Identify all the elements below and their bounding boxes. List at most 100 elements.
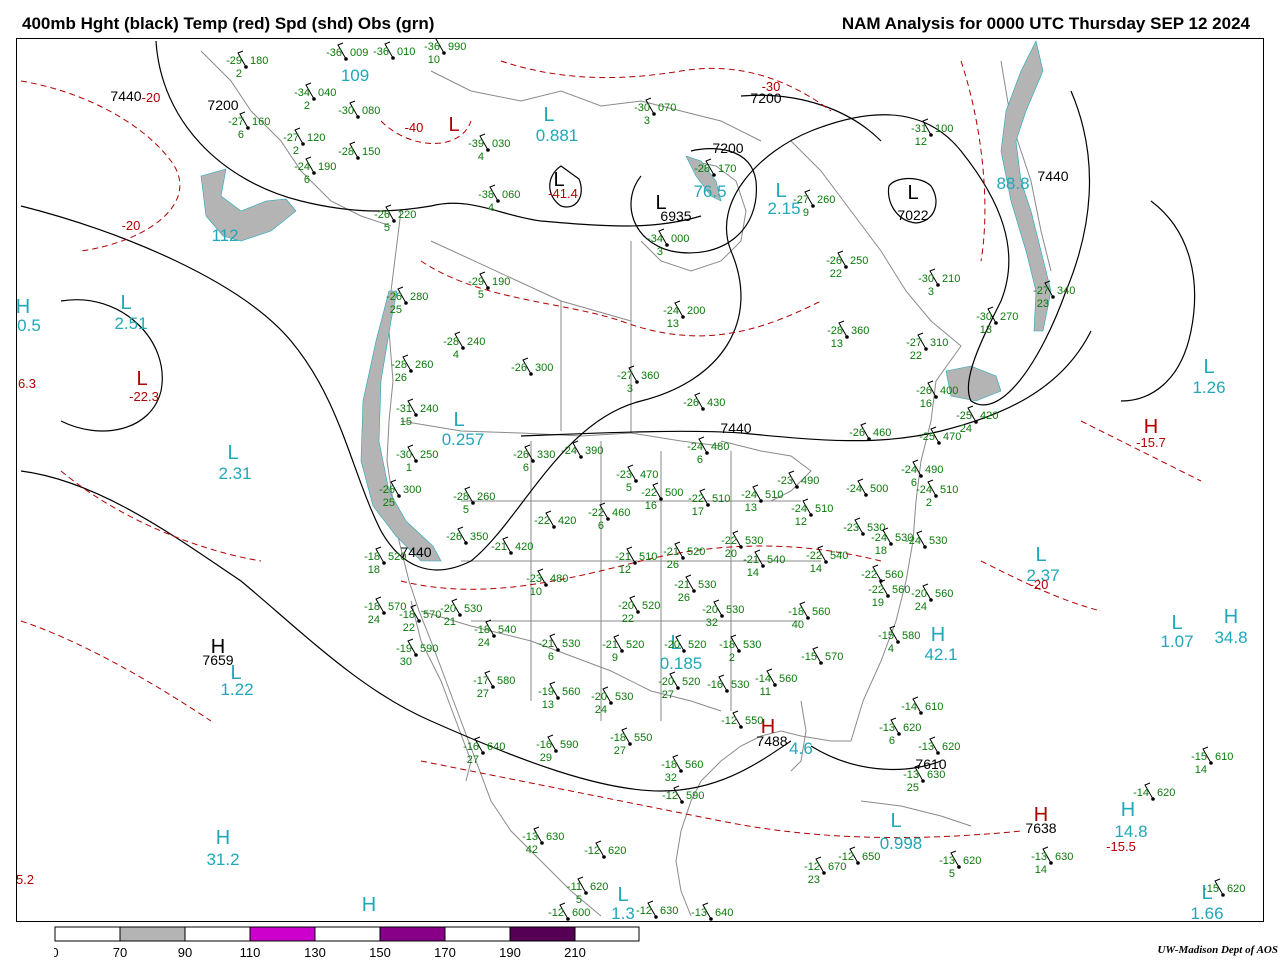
obs-dewpoint-depression: 26 xyxy=(667,559,679,571)
station-plot: -28 260 26 xyxy=(391,354,433,384)
obs-height: 670 xyxy=(828,861,846,873)
obs-temperature: -14 xyxy=(1133,787,1149,799)
obs-dewpoint-depression: 5 xyxy=(576,894,582,906)
obs-temperature: -26 xyxy=(511,362,527,374)
obs-dewpoint-depression: 30 xyxy=(400,656,412,668)
obs-dewpoint-depression: 24 xyxy=(478,637,490,649)
temperature-label: -30 xyxy=(762,79,781,94)
station-plot: -30 210 3 xyxy=(918,268,960,298)
obs-dewpoint-depression: 27 xyxy=(614,745,626,757)
station-plot: -23 480 10 xyxy=(526,568,568,598)
station-plot: -24 510 12 xyxy=(791,498,833,528)
obs-temperature: -20 xyxy=(911,588,927,600)
station-plot: -27 340 23 xyxy=(1033,280,1075,310)
obs-dewpoint-depression: 22 xyxy=(830,268,842,280)
obs-dewpoint-depression: 14 xyxy=(1195,764,1207,776)
obs-temperature: -28 xyxy=(443,336,459,348)
obs-dewpoint-depression: 4 xyxy=(488,202,494,214)
obs-temperature: -24 xyxy=(791,503,807,515)
obs-temperature: -12 xyxy=(804,861,820,873)
scale-tick-label: 110 xyxy=(240,945,261,960)
obs-temperature: -23 xyxy=(526,573,542,585)
isotherm-minus20-west xyxy=(20,80,181,252)
obs-height: 400 xyxy=(940,385,958,397)
obs-dewpoint-depression: 13 xyxy=(980,324,992,336)
obs-height: 240 xyxy=(467,336,485,348)
obs-height: 610 xyxy=(1215,751,1233,763)
obs-height: 620 xyxy=(903,722,921,734)
obs-temperature: -26 xyxy=(379,484,395,496)
scale-segment xyxy=(574,926,640,942)
height-labels: 74407200 720072006935 70227440744074407659… xyxy=(110,88,1068,836)
obs-height: 310 xyxy=(930,337,948,349)
obs-height: 530 xyxy=(698,579,716,591)
station-plot: -25 470 xyxy=(919,426,961,445)
obs-temperature: -30 xyxy=(338,105,354,117)
obs-temperature: -26 xyxy=(849,427,865,439)
obs-height: 500 xyxy=(665,487,683,499)
obs-dewpoint-depression: 23 xyxy=(808,874,820,886)
obs-temperature: -15 xyxy=(878,630,894,642)
speed-label: 88.8 xyxy=(996,174,1029,193)
station-plot: -12 670 23 xyxy=(804,856,846,886)
obs-temperature: -16 xyxy=(707,679,723,691)
obs-dewpoint-depression: 23 xyxy=(1037,298,1049,310)
obs-temperature: -24 xyxy=(663,305,679,317)
obs-height: 330 xyxy=(537,449,555,461)
obs-temperature: -36 xyxy=(424,41,440,53)
obs-temperature: -22 xyxy=(641,487,657,499)
low-marker: L xyxy=(453,409,464,431)
obs-dewpoint-depression: 12 xyxy=(619,564,631,576)
obs-height: 040 xyxy=(318,87,336,99)
speed-label: 1.22 xyxy=(220,680,253,699)
station-plot: -13 620 xyxy=(918,736,960,755)
station-plot: -26 460 xyxy=(849,422,891,441)
obs-temperature: -13 xyxy=(522,831,538,843)
low-marker: L xyxy=(890,810,901,832)
scale-segment xyxy=(314,926,381,942)
obs-dewpoint-depression: 6 xyxy=(598,520,604,532)
obs-temperature: -15 xyxy=(1203,883,1219,895)
obs-temperature: -24 xyxy=(916,484,932,496)
arctic-coast xyxy=(430,70,762,142)
high-marker: H xyxy=(1121,799,1135,821)
low-marker: L xyxy=(1171,612,1182,634)
station-plot: -21 540 14 xyxy=(743,549,785,579)
obs-temperature: -19 xyxy=(538,686,554,698)
obs-height: 620 xyxy=(963,855,981,867)
obs-temperature: -22 xyxy=(868,584,884,596)
obs-height: 530 xyxy=(464,603,482,615)
obs-temperature: -21 xyxy=(615,551,631,563)
obs-temperature: -30 xyxy=(634,102,650,114)
obs-temperature: -24 xyxy=(846,483,862,495)
obs-temperature: -12 xyxy=(636,905,652,917)
obs-dewpoint-depression: 1 xyxy=(406,462,412,474)
isotherm-minus20-pac xyxy=(60,470,262,562)
scale-tick-label: 210 xyxy=(564,945,586,960)
obs-dewpoint-depression: 24 xyxy=(960,423,972,435)
obs-height: 170 xyxy=(718,163,736,175)
obs-dewpoint-depression: 25 xyxy=(390,304,402,316)
obs-temperature: -31 xyxy=(911,123,927,135)
station-plot: -22 420 xyxy=(534,510,576,529)
station-plot: -21 520 9 xyxy=(602,634,644,664)
obs-temperature: -24 xyxy=(561,445,577,457)
obs-temperature: -34 xyxy=(647,233,663,245)
obs-dewpoint-depression: 13 xyxy=(745,502,757,514)
obs-height: 530 xyxy=(726,604,744,616)
scale-tick-label: 170 xyxy=(434,945,456,960)
high-marker: H xyxy=(17,296,30,318)
obs-height: 420 xyxy=(515,541,533,553)
obs-temperature: -22 xyxy=(688,493,704,505)
speed-label: 42.1 xyxy=(924,645,957,664)
isotherm-minus20-sw xyxy=(20,620,212,722)
contour-high-greenland-east xyxy=(1120,200,1196,402)
obs-height: 520 xyxy=(388,551,406,563)
obs-temperature: -20 xyxy=(658,676,674,688)
station-plot: -22 500 16 xyxy=(641,482,683,512)
obs-dewpoint-depression: 2 xyxy=(304,100,310,112)
station-plot: -20 560 24 xyxy=(911,583,953,613)
obs-height: 340 xyxy=(1057,285,1075,297)
obs-height: 420 xyxy=(558,515,576,527)
temperature-label: 6.3 xyxy=(18,376,36,391)
